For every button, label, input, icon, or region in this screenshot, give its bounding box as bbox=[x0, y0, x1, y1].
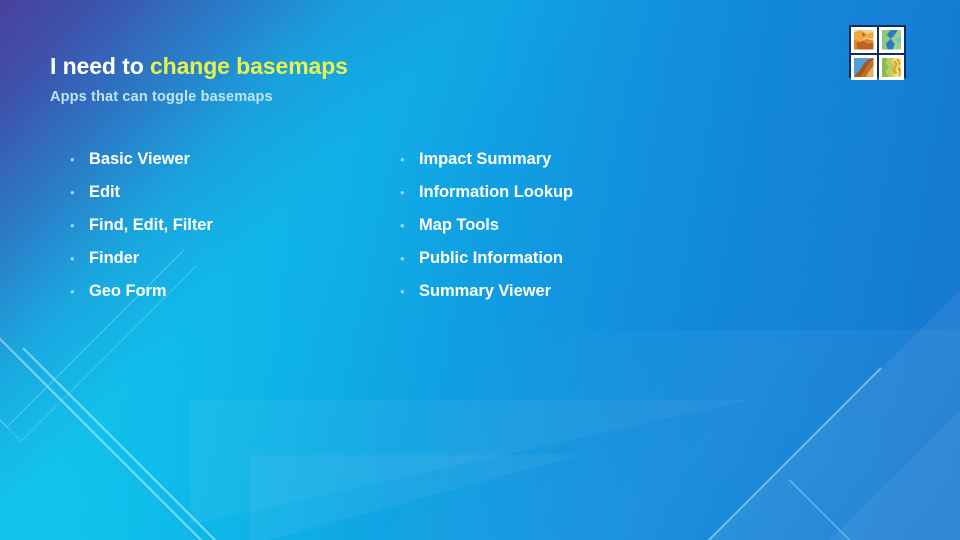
bullet-dot-icon: • bbox=[400, 284, 405, 299]
list-item-label: Basic Viewer bbox=[89, 150, 190, 168]
list-item-label: Map Tools bbox=[419, 216, 499, 234]
list-item-label: Impact Summary bbox=[419, 150, 552, 168]
bullet-dot-icon: • bbox=[70, 185, 75, 200]
list-item-label: Find, Edit, Filter bbox=[89, 216, 213, 234]
decorative-band bbox=[378, 330, 960, 540]
bullet-dot-icon: • bbox=[70, 284, 75, 299]
bullet-column-left: • Basic Viewer • Edit • Find, Edit, Filt… bbox=[70, 143, 390, 308]
decorative-triangle-large bbox=[190, 400, 750, 525]
list-item-label: Edit bbox=[89, 183, 120, 201]
basemap-tile-topo bbox=[878, 54, 904, 80]
slide-subtitle: Apps that can toggle basemaps bbox=[50, 89, 273, 105]
bullet-dot-icon: • bbox=[400, 152, 405, 167]
bullet-dot-icon: • bbox=[70, 218, 75, 233]
bullet-dot-icon: • bbox=[400, 251, 405, 266]
ocean-thumbnail-icon bbox=[881, 30, 901, 50]
list-item: • Edit bbox=[70, 176, 390, 209]
topo-thumbnail-icon bbox=[881, 57, 901, 77]
bullet-dot-icon: • bbox=[400, 185, 405, 200]
list-item: • Impact Summary bbox=[400, 143, 820, 176]
list-item-label: Summary Viewer bbox=[419, 282, 551, 300]
list-item: • Public Information bbox=[400, 242, 820, 275]
basemap-tile-coastline bbox=[851, 54, 877, 80]
decorative-triangle-small bbox=[250, 455, 580, 540]
list-item-label: Finder bbox=[89, 249, 140, 267]
list-item-label: Public Information bbox=[419, 249, 563, 267]
bullet-dot-icon: • bbox=[400, 218, 405, 233]
coastline-thumbnail-icon bbox=[854, 57, 874, 77]
decorative-hairline-3 bbox=[703, 367, 882, 540]
list-item: • Summary Viewer bbox=[400, 275, 820, 308]
basemap-tile-ocean bbox=[878, 27, 904, 53]
basemap-gallery-icon bbox=[849, 25, 906, 80]
slide-canvas: I need to change basemaps Apps that can … bbox=[0, 0, 960, 540]
bullet-dot-icon: • bbox=[70, 152, 75, 167]
terrain-thumbnail-icon bbox=[854, 30, 874, 50]
list-item: • Find, Edit, Filter bbox=[70, 209, 390, 242]
list-item-label: Geo Form bbox=[89, 282, 167, 300]
bullet-column-right: • Impact Summary • Information Lookup • … bbox=[400, 143, 820, 308]
decorative-wedge-bottom-right-2 bbox=[800, 370, 960, 540]
slide-title-yellow-part: change basemaps bbox=[149, 53, 348, 79]
slide-title: I need to change basemaps bbox=[50, 54, 348, 78]
list-item: • Information Lookup bbox=[400, 176, 820, 209]
list-item: • Geo Form bbox=[70, 275, 390, 308]
list-item: • Finder bbox=[70, 242, 390, 275]
decorative-chevron-bottom-right bbox=[788, 352, 960, 540]
basemap-tile-terrain bbox=[851, 27, 877, 53]
list-item-label: Information Lookup bbox=[419, 183, 573, 201]
bullet-dot-icon: • bbox=[70, 251, 75, 266]
slide-title-white-part: I need to bbox=[50, 53, 150, 79]
list-item: • Map Tools bbox=[400, 209, 820, 242]
list-item: • Basic Viewer bbox=[70, 143, 390, 176]
decorative-hairline-2 bbox=[22, 347, 258, 540]
